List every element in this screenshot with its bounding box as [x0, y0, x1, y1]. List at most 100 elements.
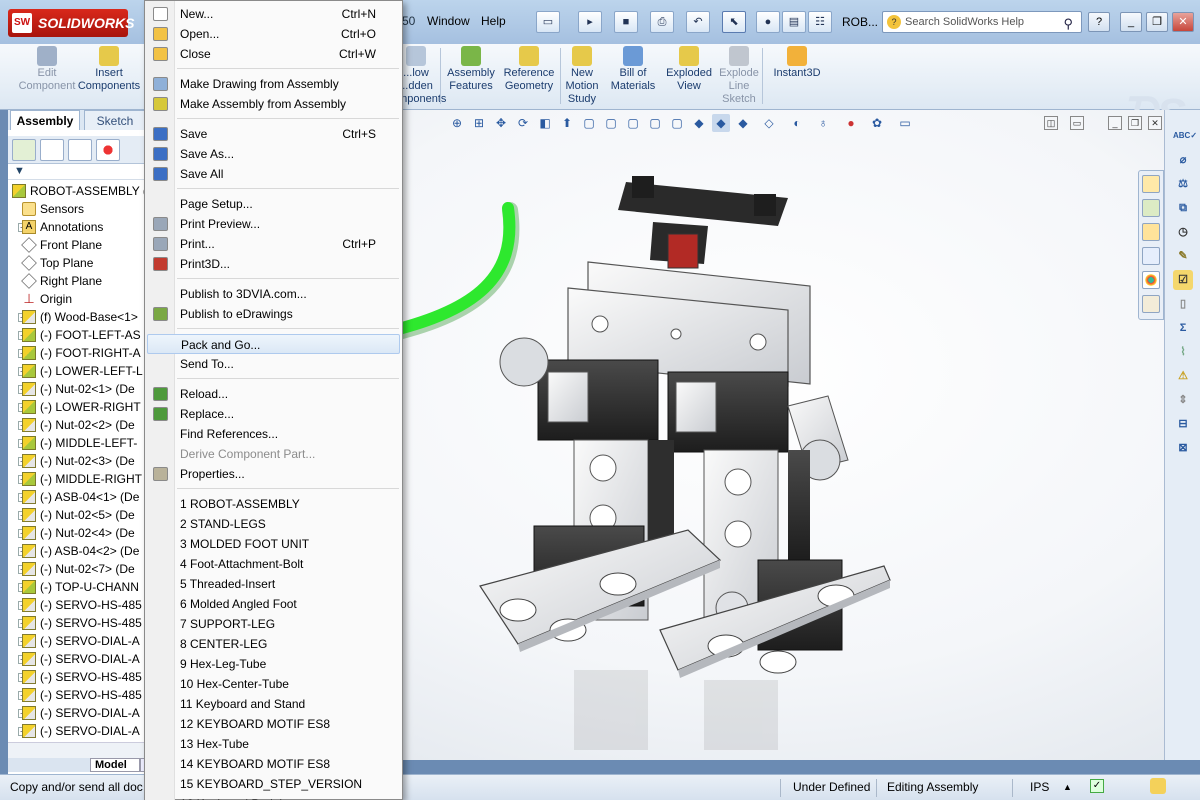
custom-properties-icon[interactable]: [1142, 295, 1160, 313]
measure-icon[interactable]: ⌀: [1173, 150, 1193, 170]
tree-item[interactable]: Right Plane: [8, 272, 148, 290]
title-menu-window[interactable]: Window: [427, 14, 470, 28]
select-icon[interactable]: ⬉: [722, 11, 746, 33]
tree-item[interactable]: +(-) TOP-U-CHANN: [8, 578, 148, 596]
pencil-icon[interactable]: ✎: [1173, 246, 1193, 266]
tree-item[interactable]: +(-) Nut-02<7> (De: [8, 560, 148, 578]
tree-item[interactable]: +(-) SERVO-DIAL-A: [8, 722, 148, 740]
tree-item[interactable]: +(f) Wood-Base<1>: [8, 308, 148, 326]
menu-item-3-molded-foot-unit[interactable]: 3 MOLDED FOOT UNIT: [147, 534, 400, 554]
ribbon-button-9[interactable]: Instant3D: [766, 46, 828, 80]
menu-item-publish-to-3dvia-com[interactable]: Publish to 3DVIA.com...: [147, 284, 400, 304]
tab-sketch[interactable]: Sketch: [84, 110, 146, 130]
sensor-icon[interactable]: ⧉: [1173, 198, 1193, 218]
menu-item-12-keyboard-motif-es8[interactable]: 12 KEYBOARD MOTIF ES8: [147, 714, 400, 734]
menu-item-print3d[interactable]: Print3D...: [147, 254, 400, 274]
tree-filter[interactable]: ▼: [8, 164, 148, 180]
menu-item-14-keyboard-motif-es8[interactable]: 14 KEYBOARD MOTIF ES8: [147, 754, 400, 774]
tree-item[interactable]: +(-) SERVO-DIAL-A: [8, 704, 148, 722]
warning-icon[interactable]: ⚠: [1173, 366, 1193, 386]
menu-item-new[interactable]: New... Ctrl+N: [147, 4, 400, 24]
configuration-manager-tab-icon[interactable]: [68, 139, 92, 161]
rebuild-ok-icon[interactable]: ✓: [1090, 779, 1104, 793]
menu-item-6-molded-angled-foot[interactable]: 6 Molded Angled Foot: [147, 594, 400, 614]
compare-icon[interactable]: ⊟: [1173, 414, 1193, 434]
sigma-icon[interactable]: Σ: [1173, 318, 1193, 338]
split-icon[interactable]: ⇕: [1173, 390, 1193, 410]
menu-item-make-drawing-from-assembly[interactable]: Make Drawing from Assembly: [147, 74, 400, 94]
spell-check-icon[interactable]: ABC✓: [1173, 126, 1197, 146]
ribbon-button-4[interactable]: Reference Geometry: [500, 46, 558, 93]
tab-assembly[interactable]: Assembly: [10, 110, 80, 130]
menu-item-15-keyboard-step-version[interactable]: 15 KEYBOARD_STEP_VERSION: [147, 774, 400, 794]
model-tab-0[interactable]: Model: [90, 758, 140, 772]
menu-item-publish-to-edrawings[interactable]: Publish to eDrawings: [147, 304, 400, 324]
tree-item[interactable]: +(-) SERVO-HS-485: [8, 596, 148, 614]
tree-item[interactable]: +(-) ASB-04<1> (De: [8, 488, 148, 506]
ribbon-button-1[interactable]: Insert Components: [76, 46, 142, 93]
tree-item[interactable]: ROBOT-ASSEMBLY (: [8, 182, 148, 200]
open-icon[interactable]: ▸: [578, 11, 602, 33]
check-table-icon[interactable]: ⊠: [1173, 438, 1193, 458]
display-manager-tab-icon[interactable]: [96, 139, 120, 161]
filter-icon[interactable]: ▼: [14, 165, 25, 177]
menu-item-8-center-leg[interactable]: 8 CENTER-LEG: [147, 634, 400, 654]
menu-item-pack-and-go[interactable]: Pack and Go...: [147, 334, 400, 354]
menu-item-save[interactable]: Save Ctrl+S: [147, 124, 400, 144]
tree-item[interactable]: +(-) Nut-02<1> (De: [8, 380, 148, 398]
rebuild-icon[interactable]: ●: [756, 11, 780, 33]
tree-item[interactable]: +(-) SERVO-DIAL-A: [8, 650, 148, 668]
menu-item-10-hex-center-tube[interactable]: 10 Hex-Center-Tube: [147, 674, 400, 694]
tree-item[interactable]: Sensors: [8, 200, 148, 218]
tree-item[interactable]: +(-) MIDDLE-RIGHT: [8, 470, 148, 488]
undo-icon[interactable]: ↶: [686, 11, 710, 33]
property-manager-tab-icon[interactable]: [40, 139, 64, 161]
design-library-icon[interactable]: [1142, 199, 1160, 217]
tree-item[interactable]: Front Plane: [8, 236, 148, 254]
tree-item[interactable]: +(-) LOWER-RIGHT: [8, 398, 148, 416]
menu-item-16-keyboard-pedal[interactable]: 16 Keyboard Pedal: [147, 794, 400, 800]
tree-item[interactable]: +(-) SERVO-HS-485: [8, 686, 148, 704]
tree-item[interactable]: +(-) FOOT-RIGHT-A: [8, 344, 148, 362]
magnifier-icon[interactable]: ⚲: [1063, 14, 1073, 34]
menu-item-4-foot-attachment-bolt[interactable]: 4 Foot-Attachment-Bolt: [147, 554, 400, 574]
menu-item-13-hex-tube[interactable]: 13 Hex-Tube: [147, 734, 400, 754]
tree-item[interactable]: +(-) SERVO-HS-485: [8, 614, 148, 632]
units-chevron-icon[interactable]: ▲: [1063, 777, 1072, 797]
menu-item-7-support-leg[interactable]: 7 SUPPORT-LEG: [147, 614, 400, 634]
menu-item-save-as[interactable]: Save As...: [147, 144, 400, 164]
menu-item-open[interactable]: Open... Ctrl+O: [147, 24, 400, 44]
ribbon-button-6[interactable]: Bill of Materials: [606, 46, 660, 93]
menu-item-print-preview[interactable]: Print Preview...: [147, 214, 400, 234]
menu-item-print[interactable]: Print... Ctrl+P: [147, 234, 400, 254]
search-input[interactable]: ? Search SolidWorks Help ⚲: [882, 11, 1082, 33]
view-palette-icon[interactable]: [1142, 247, 1160, 265]
tree-item[interactable]: +(-) SERVO-HS-485: [8, 668, 148, 686]
menu-item-reload[interactable]: Reload...: [147, 384, 400, 404]
connector-icon[interactable]: ⌇: [1173, 342, 1193, 362]
tree-item[interactable]: +(-) ASB-04<2> (De: [8, 542, 148, 560]
solidworks-logo[interactable]: SW SOLIDWORKS: [8, 9, 134, 37]
mass-properties-icon[interactable]: ⚖: [1173, 174, 1193, 194]
tree-item[interactable]: +(-) Nut-02<4> (De: [8, 524, 148, 542]
checkbox-icon[interactable]: ☑: [1173, 270, 1193, 290]
menu-item-2-stand-legs[interactable]: 2 STAND-LEGS: [147, 514, 400, 534]
file-properties-icon[interactable]: ▤: [782, 11, 806, 33]
new-icon[interactable]: ▭: [536, 11, 560, 33]
home-icon[interactable]: [1142, 175, 1160, 193]
ribbon-button-8[interactable]: Explode Line Sketch: [714, 46, 764, 106]
menu-item-make-assembly-from-assembly[interactable]: Make Assembly from Assembly: [147, 94, 400, 114]
menu-item-5-threaded-insert[interactable]: 5 Threaded-Insert: [147, 574, 400, 594]
file-explorer-icon[interactable]: [1142, 223, 1160, 241]
tree-item[interactable]: +(-) Nut-02<5> (De: [8, 506, 148, 524]
menu-item-1-robot-assembly[interactable]: 1 ROBOT-ASSEMBLY: [147, 494, 400, 514]
menu-item-send-to[interactable]: Send To...: [147, 354, 400, 374]
tree-item[interactable]: +(-) LOWER-LEFT-L: [8, 362, 148, 380]
minimize-icon[interactable]: _: [1120, 12, 1142, 32]
menu-item-properties[interactable]: Properties...: [147, 464, 400, 484]
save-icon[interactable]: ■: [614, 11, 638, 33]
menu-item-page-setup[interactable]: Page Setup...: [147, 194, 400, 214]
options-icon[interactable]: ☷: [808, 11, 832, 33]
appearances-icon[interactable]: [1142, 271, 1160, 289]
quick-tips-icon[interactable]: [1150, 778, 1166, 794]
